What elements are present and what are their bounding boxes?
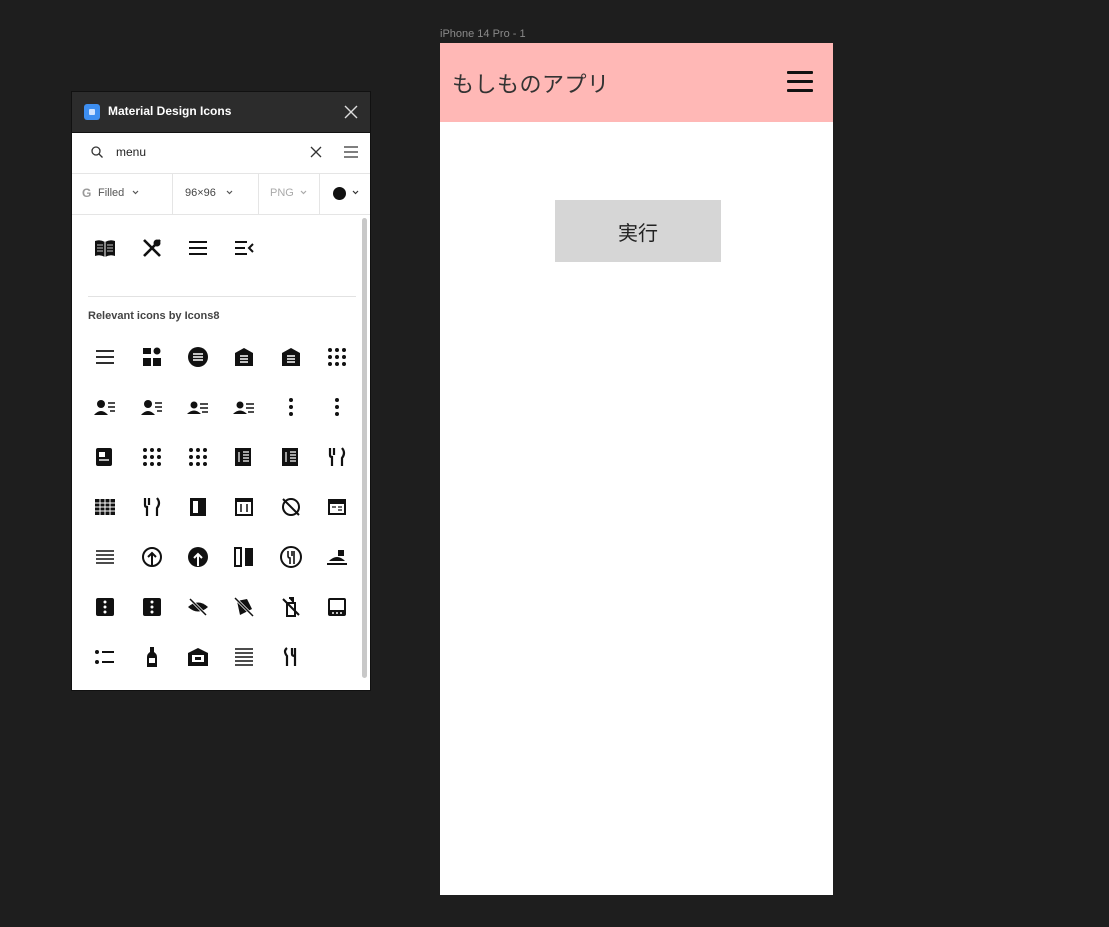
chevron-down-icon [132,190,139,195]
circle-arrow-icon[interactable] [186,545,210,569]
menu-book-icon[interactable] [93,236,117,260]
filter-row: G Filled 96×96 PNG [72,173,370,215]
tablet-icon[interactable] [325,595,349,619]
apps-grid-icon[interactable] [140,445,164,469]
no-drinks-icon[interactable] [279,595,303,619]
format-value: PNG [270,187,294,199]
briefcase-icon[interactable] [186,645,210,669]
google-icon: G [82,186,92,200]
food-tray-icon[interactable] [325,545,349,569]
apps-grid-icon[interactable] [325,345,349,369]
plugin-panel: Material Design Icons G Filled 96×96 PNG [71,91,371,691]
table-list-icon[interactable] [279,445,303,469]
visibility-off-icon[interactable] [186,595,210,619]
dots-vertical-box-icon[interactable] [140,595,164,619]
archive-menu-icon[interactable] [279,345,303,369]
restaurant-menu-icon[interactable] [140,495,164,519]
chevron-down-icon [300,190,307,195]
people-list-icon[interactable] [186,395,210,419]
scrollbar[interactable] [362,218,367,678]
plugin-logo-icon [84,104,100,120]
app-header: もしものアプリ [440,43,833,122]
divider [88,296,356,297]
chevron-down-icon [352,190,359,195]
book-panel-icon[interactable] [186,495,210,519]
size-dropdown[interactable]: 96×96 [172,173,259,214]
person-list-icon[interactable] [140,395,164,419]
hamburger-menu-icon[interactable] [787,71,813,93]
web-page-icon[interactable] [325,495,349,519]
format-dropdown[interactable]: PNG [258,173,320,214]
plugin-title: Material Design Icons [108,104,232,118]
grid-table-icon[interactable] [93,495,117,519]
chevron-down-icon [226,190,233,195]
search-input[interactable] [116,142,296,162]
restaurant-icon[interactable] [140,236,164,260]
more-vert-icon[interactable] [279,395,303,419]
relevant-section-label: Relevant icons by Icons8 [88,310,220,322]
archive-menu-icon[interactable] [232,345,256,369]
text-wrap-icon[interactable] [93,545,117,569]
bulleted-list-icon[interactable] [93,645,117,669]
clear-search-icon[interactable] [309,145,323,159]
bottle-icon[interactable] [140,645,164,669]
settings-panel-icon[interactable] [232,495,256,519]
qr-code-scanner-icon[interactable] [140,345,164,369]
people-list-icon[interactable] [232,395,256,419]
menu-open-icon[interactable] [232,236,256,260]
person-list-icon[interactable] [93,395,117,419]
search-icon [90,145,104,159]
phone-frame: もしものアプリ 実行 [440,43,833,895]
plugin-titlebar: Material Design Icons [72,92,370,133]
style-dropdown[interactable]: G Filled [72,173,173,214]
search-row [72,132,370,174]
menu-icon[interactable] [186,236,210,260]
app-title: もしものアプリ [452,73,610,98]
lines-icon[interactable] [232,645,256,669]
dots-vertical-box-icon[interactable] [93,595,117,619]
close-icon[interactable] [342,103,360,121]
icon-results: Relevant icons by Icons8 [72,214,370,690]
run-button[interactable]: 実行 [555,200,721,262]
color-dropdown[interactable] [319,173,370,214]
receipt-icon[interactable] [93,445,117,469]
more-vert-icon[interactable] [325,395,349,419]
dining-icon[interactable] [279,545,303,569]
apps-grid-icon[interactable] [186,445,210,469]
columns-icon[interactable] [232,545,256,569]
frame-label: iPhone 14 Pro - 1 [440,28,526,40]
menu-icon[interactable] [93,345,117,369]
restaurant-icon[interactable] [279,645,303,669]
style-value: Filled [98,187,125,199]
list-view-icon[interactable] [343,145,359,159]
no-cell-icon[interactable] [232,595,256,619]
table-list-icon[interactable] [232,445,256,469]
fork-knife-icon[interactable] [325,445,349,469]
pin-drop-icon[interactable] [140,545,164,569]
color-swatch [333,187,346,200]
circle-menu-icon[interactable] [186,345,210,369]
no-food-icon[interactable] [279,495,303,519]
size-value: 96×96 [185,187,216,199]
